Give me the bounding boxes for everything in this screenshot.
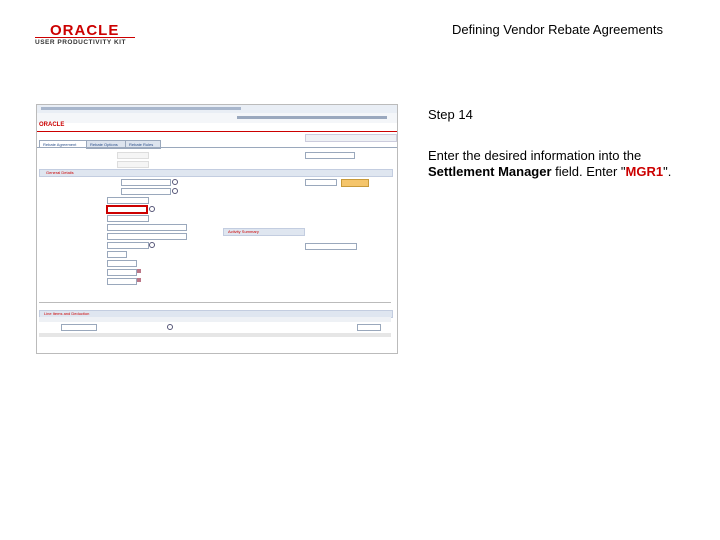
agreement-manager-search-icon[interactable] [172, 188, 178, 194]
instruction-value: MGR1 [625, 164, 664, 179]
step-label: Step 14 [428, 107, 473, 122]
grid-divider [39, 302, 391, 303]
line-amount-input[interactable] [357, 324, 381, 331]
line-search-icon[interactable] [167, 324, 173, 330]
screenshot-oracle-logo: ORACLE [39, 122, 65, 128]
reason-code-search-icon[interactable] [149, 242, 155, 248]
currency-input[interactable] [107, 251, 127, 258]
agreement-manager-input[interactable] [121, 188, 171, 195]
header-links-placeholder [237, 116, 387, 119]
description-input[interactable] [107, 233, 187, 240]
expiration-date-input[interactable] [107, 278, 137, 285]
payment-method-select[interactable] [305, 179, 337, 186]
agreement-id-display [117, 161, 149, 168]
document-title: Defining Vendor Rebate Agreements [452, 22, 664, 37]
instruction-text-mid: field. Enter " [551, 164, 626, 179]
begin-date-calendar-icon[interactable] [137, 269, 141, 273]
application-screenshot: ORACLE Rebate Agreement Rebate Options R… [36, 104, 398, 354]
supplier-input[interactable] [121, 179, 171, 186]
upk-logo-text: USER PRODUCTIVITY KIT [35, 39, 126, 46]
action-button[interactable] [341, 179, 369, 187]
screenshot-logo-rule [37, 131, 397, 132]
expiration-date-calendar-icon[interactable] [137, 278, 141, 282]
settlement-manager-search-icon[interactable] [149, 206, 155, 212]
breadcrumb-placeholder [41, 107, 241, 110]
supplier-search-icon[interactable] [172, 179, 178, 185]
reason-code-input[interactable] [107, 242, 149, 249]
maximum-rebate-amount-input[interactable] [305, 243, 357, 250]
tab-underline [37, 147, 397, 148]
step-instruction: Enter the desired information into the S… [428, 148, 698, 180]
instruction-text-end: ". [663, 164, 672, 179]
grid-scrollbar[interactable] [39, 333, 391, 337]
rebate-status-select[interactable] [305, 152, 355, 159]
screenshot-toolbar [305, 134, 397, 142]
instruction-field-name: Settlement Manager [428, 164, 552, 179]
rate-type-input[interactable] [107, 260, 137, 267]
begin-date-input[interactable] [107, 269, 137, 276]
instruction-text: Enter the desired information into the [428, 148, 642, 163]
rebate-reference-input[interactable] [107, 224, 187, 231]
rebate-manager-input[interactable] [107, 197, 149, 204]
general-details-bar: General Details [39, 169, 393, 177]
logo-divider [35, 37, 135, 38]
remittance-vendor-input[interactable] [107, 215, 149, 222]
activity-summary-bar: Activity Summary [223, 228, 305, 236]
setid-display [117, 152, 149, 159]
screenshot-header [37, 113, 397, 123]
lines-grid-columns [39, 317, 391, 322]
line-type-select[interactable] [61, 324, 97, 331]
settlement-manager-input[interactable] [107, 206, 147, 213]
